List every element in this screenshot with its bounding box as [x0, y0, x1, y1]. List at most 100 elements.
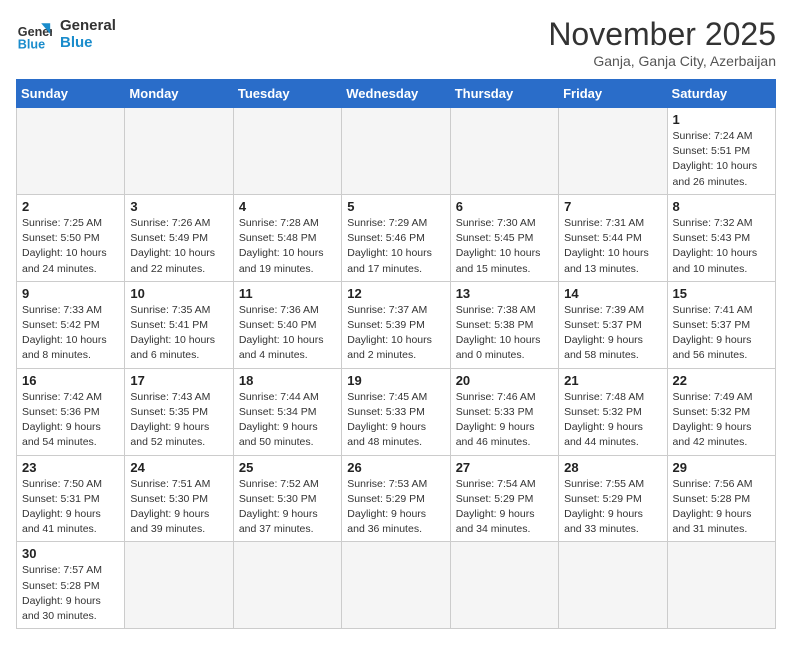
day-number: 24 — [130, 460, 227, 475]
day-number: 15 — [673, 286, 770, 301]
day-number: 27 — [456, 460, 553, 475]
day-info: Sunrise: 7:26 AM Sunset: 5:49 PM Dayligh… — [130, 216, 227, 277]
day-number: 20 — [456, 373, 553, 388]
calendar-cell: 24 Sunrise: 7:51 AM Sunset: 5:30 PM Dayli… — [125, 455, 233, 542]
calendar-cell: 1Sunrise: 7:24 AM Sunset: 5:51 PM Daylig… — [667, 108, 775, 195]
calendar-cell: 3 Sunrise: 7:26 AM Sunset: 5:49 PM Daylig… — [125, 194, 233, 281]
calendar-cell: 12 Sunrise: 7:37 AM Sunset: 5:39 PM Dayli… — [342, 281, 450, 368]
day-number: 18 — [239, 373, 336, 388]
calendar-week-3: 16Sunrise: 7:42 AM Sunset: 5:36 PM Dayli… — [17, 368, 776, 455]
calendar-cell: 26 Sunrise: 7:53 AM Sunset: 5:29 PM Dayli… — [342, 455, 450, 542]
day-info: Sunrise: 7:41 AM Sunset: 5:37 PM Dayligh… — [673, 303, 770, 364]
day-number: 4 — [239, 199, 336, 214]
day-info: Sunrise: 7:37 AM Sunset: 5:39 PM Dayligh… — [347, 303, 444, 364]
day-number: 28 — [564, 460, 661, 475]
page-header: General Blue General Blue November 2025 … — [16, 16, 776, 69]
day-number: 12 — [347, 286, 444, 301]
calendar-cell — [559, 542, 667, 629]
day-number: 17 — [130, 373, 227, 388]
day-number: 13 — [456, 286, 553, 301]
day-number: 19 — [347, 373, 444, 388]
day-info: Sunrise: 7:55 AM Sunset: 5:29 PM Dayligh… — [564, 477, 661, 538]
day-number: 3 — [130, 199, 227, 214]
weekday-header-saturday: Saturday — [667, 80, 775, 108]
calendar-cell: 4 Sunrise: 7:28 AM Sunset: 5:48 PM Daylig… — [233, 194, 341, 281]
day-number: 2 — [22, 199, 119, 214]
day-info: Sunrise: 7:35 AM Sunset: 5:41 PM Dayligh… — [130, 303, 227, 364]
calendar-cell — [667, 542, 775, 629]
day-number: 10 — [130, 286, 227, 301]
day-number: 22 — [673, 373, 770, 388]
weekday-header-tuesday: Tuesday — [233, 80, 341, 108]
weekday-header-wednesday: Wednesday — [342, 80, 450, 108]
day-number: 6 — [456, 199, 553, 214]
title-block: November 2025 Ganja, Ganja City, Azerbai… — [548, 16, 776, 69]
day-number: 9 — [22, 286, 119, 301]
day-number: 21 — [564, 373, 661, 388]
calendar-cell: 8Sunrise: 7:32 AM Sunset: 5:43 PM Daylig… — [667, 194, 775, 281]
calendar-cell: 13 Sunrise: 7:38 AM Sunset: 5:38 PM Dayli… — [450, 281, 558, 368]
calendar-cell: 22 Sunrise: 7:49 AM Sunset: 5:32 PM Dayli… — [667, 368, 775, 455]
day-info: Sunrise: 7:44 AM Sunset: 5:34 PM Dayligh… — [239, 390, 336, 451]
day-info: Sunrise: 7:49 AM Sunset: 5:32 PM Dayligh… — [673, 390, 770, 451]
month-title: November 2025 — [548, 16, 776, 53]
day-number: 16 — [22, 373, 119, 388]
logo-svg: General Blue — [16, 16, 52, 52]
day-info: Sunrise: 7:51 AM Sunset: 5:30 PM Dayligh… — [130, 477, 227, 538]
day-number: 5 — [347, 199, 444, 214]
day-info: Sunrise: 7:32 AM Sunset: 5:43 PM Dayligh… — [673, 216, 770, 277]
weekday-header-row: SundayMondayTuesdayWednesdayThursdayFrid… — [17, 80, 776, 108]
calendar-week-4: 23Sunrise: 7:50 AM Sunset: 5:31 PM Dayli… — [17, 455, 776, 542]
calendar-cell: 14Sunrise: 7:39 AM Sunset: 5:37 PM Dayli… — [559, 281, 667, 368]
day-info: Sunrise: 7:31 AM Sunset: 5:44 PM Dayligh… — [564, 216, 661, 277]
calendar-week-0: 1Sunrise: 7:24 AM Sunset: 5:51 PM Daylig… — [17, 108, 776, 195]
calendar-cell — [125, 542, 233, 629]
calendar-cell: 29Sunrise: 7:56 AM Sunset: 5:28 PM Dayli… — [667, 455, 775, 542]
calendar-cell: 6Sunrise: 7:30 AM Sunset: 5:45 PM Daylig… — [450, 194, 558, 281]
calendar-cell — [342, 542, 450, 629]
calendar-cell: 17 Sunrise: 7:43 AM Sunset: 5:35 PM Dayli… — [125, 368, 233, 455]
day-info: Sunrise: 7:28 AM Sunset: 5:48 PM Dayligh… — [239, 216, 336, 277]
day-info: Sunrise: 7:50 AM Sunset: 5:31 PM Dayligh… — [22, 477, 119, 538]
calendar-cell: 15 Sunrise: 7:41 AM Sunset: 5:37 PM Dayli… — [667, 281, 775, 368]
weekday-header-friday: Friday — [559, 80, 667, 108]
day-info: Sunrise: 7:53 AM Sunset: 5:29 PM Dayligh… — [347, 477, 444, 538]
calendar-cell — [17, 108, 125, 195]
day-info: Sunrise: 7:38 AM Sunset: 5:38 PM Dayligh… — [456, 303, 553, 364]
calendar-cell: 21 Sunrise: 7:48 AM Sunset: 5:32 PM Dayli… — [559, 368, 667, 455]
calendar-cell: 18 Sunrise: 7:44 AM Sunset: 5:34 PM Dayli… — [233, 368, 341, 455]
calendar-week-5: 30Sunrise: 7:57 AM Sunset: 5:28 PM Dayli… — [17, 542, 776, 629]
calendar-cell: 5 Sunrise: 7:29 AM Sunset: 5:46 PM Daylig… — [342, 194, 450, 281]
calendar-cell: 20 Sunrise: 7:46 AM Sunset: 5:33 PM Dayli… — [450, 368, 558, 455]
day-info: Sunrise: 7:48 AM Sunset: 5:32 PM Dayligh… — [564, 390, 661, 451]
day-info: Sunrise: 7:52 AM Sunset: 5:30 PM Dayligh… — [239, 477, 336, 538]
location-subtitle: Ganja, Ganja City, Azerbaijan — [548, 53, 776, 69]
calendar-cell — [125, 108, 233, 195]
day-number: 7 — [564, 199, 661, 214]
calendar-cell: 23Sunrise: 7:50 AM Sunset: 5:31 PM Dayli… — [17, 455, 125, 542]
logo-blue: Blue — [60, 34, 116, 51]
calendar-cell — [559, 108, 667, 195]
day-info: Sunrise: 7:25 AM Sunset: 5:50 PM Dayligh… — [22, 216, 119, 277]
day-number: 14 — [564, 286, 661, 301]
calendar-cell: 19Sunrise: 7:45 AM Sunset: 5:33 PM Dayli… — [342, 368, 450, 455]
day-number: 30 — [22, 546, 119, 561]
calendar-cell — [233, 108, 341, 195]
day-info: Sunrise: 7:46 AM Sunset: 5:33 PM Dayligh… — [456, 390, 553, 451]
day-number: 11 — [239, 286, 336, 301]
calendar-cell: 2 Sunrise: 7:25 AM Sunset: 5:50 PM Daylig… — [17, 194, 125, 281]
svg-text:Blue: Blue — [18, 37, 45, 51]
calendar-cell: 27Sunrise: 7:54 AM Sunset: 5:29 PM Dayli… — [450, 455, 558, 542]
calendar-cell: 30Sunrise: 7:57 AM Sunset: 5:28 PM Dayli… — [17, 542, 125, 629]
day-info: Sunrise: 7:29 AM Sunset: 5:46 PM Dayligh… — [347, 216, 444, 277]
day-info: Sunrise: 7:56 AM Sunset: 5:28 PM Dayligh… — [673, 477, 770, 538]
calendar-cell — [450, 542, 558, 629]
calendar-cell — [233, 542, 341, 629]
calendar-cell: 11Sunrise: 7:36 AM Sunset: 5:40 PM Dayli… — [233, 281, 341, 368]
day-number: 25 — [239, 460, 336, 475]
logo-general: General — [60, 17, 116, 34]
calendar-body: 1Sunrise: 7:24 AM Sunset: 5:51 PM Daylig… — [17, 108, 776, 629]
day-info: Sunrise: 7:43 AM Sunset: 5:35 PM Dayligh… — [130, 390, 227, 451]
day-number: 26 — [347, 460, 444, 475]
calendar-cell: 28 Sunrise: 7:55 AM Sunset: 5:29 PM Dayli… — [559, 455, 667, 542]
